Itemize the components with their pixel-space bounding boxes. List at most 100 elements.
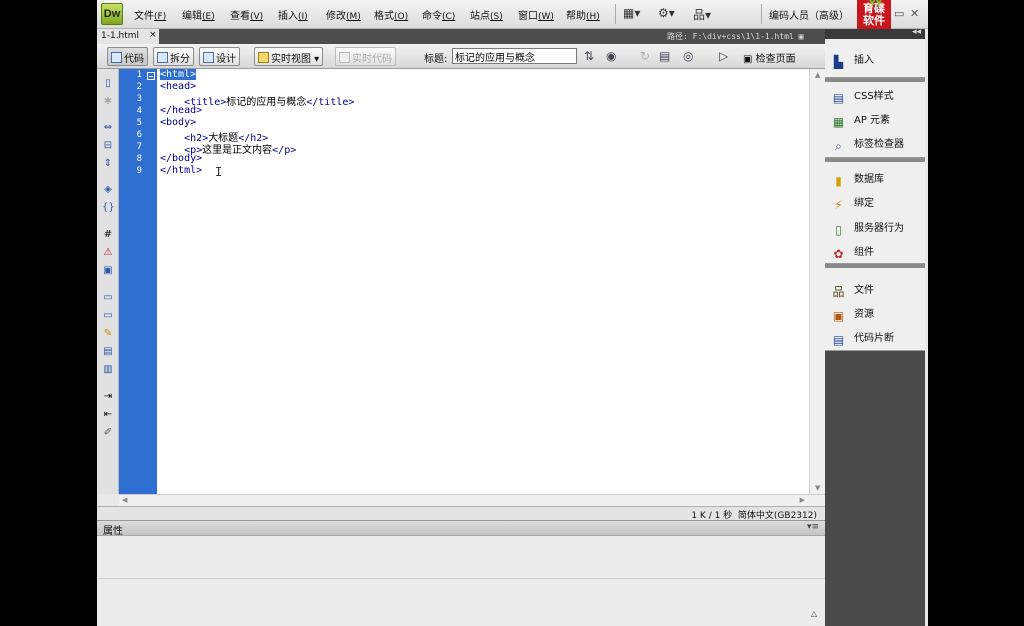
expand-icon[interactable]: △	[811, 609, 817, 618]
brand-logo: YY 育碟 软件	[857, 0, 891, 29]
panel-files[interactable]: 品文件	[831, 281, 874, 299]
line-number: 9	[136, 166, 142, 176]
line-numbers-icon[interactable]: #	[102, 229, 114, 241]
menu-file[interactable]: 文件(F)	[134, 7, 166, 22]
collapse-tag-icon[interactable]: ⇔	[102, 122, 114, 134]
panel-bindings[interactable]: ⚡ 绑定	[831, 194, 874, 212]
horizontal-scrollbar[interactable]: ◀ ▶	[119, 494, 825, 506]
menu-window[interactable]: 窗口(W)	[518, 7, 554, 22]
show-code-navigator-icon[interactable]: ✱	[102, 96, 114, 108]
panel-menu-icon[interactable]: ▾≡	[807, 522, 819, 532]
line-number: 5	[136, 118, 142, 128]
indent-icon[interactable]: ⇥	[102, 391, 114, 403]
collapse-panels-icon[interactable]: ◂◂	[912, 27, 921, 37]
live-view-icon	[258, 52, 269, 63]
layout-icon[interactable]: ▦▾	[623, 6, 640, 22]
panel-group-application: ▮ 数据库 ⚡ 绑定 ▯ 服务器行为 ✿ 组件	[825, 162, 925, 264]
menu-bar: Dw 文件(F) 编辑(E) 查看(V) 插入(I) 修改(M) 格式(O) 命…	[97, 0, 928, 29]
highlight-invalid-icon[interactable]: ⚠	[102, 247, 114, 259]
panel-group-css: ▤ CSS样式 ▦ AP 元素 ⌕ 标签检查器	[825, 82, 925, 158]
divider	[97, 578, 825, 579]
collapse-selection-icon[interactable]: ⊟	[102, 140, 114, 152]
refresh-icon[interactable]: ↻	[640, 49, 650, 63]
code-editor[interactable]: <html> <head> <title>标记的应用与概念</title> </…	[157, 69, 809, 494]
gear-icon[interactable]: ⚙▾	[658, 6, 675, 22]
vertical-scrollbar[interactable]: ▲ ▼	[809, 69, 825, 494]
restore-icon[interactable]: ▭	[894, 7, 904, 20]
select-parent-tag-icon[interactable]: ◈	[102, 184, 114, 196]
close-tab-icon[interactable]: ×	[149, 30, 157, 40]
panel-server-behaviors[interactable]: ▯ 服务器行为	[831, 219, 904, 237]
menu-format[interactable]: 格式(O)	[374, 7, 408, 22]
properties-title: 属性	[103, 526, 123, 537]
validate-icon[interactable]: ▷	[719, 49, 728, 63]
status-bar: 1 K / 1 秒 简体中文(GB2312)	[97, 506, 825, 521]
wrap-tag-icon[interactable]: ✎	[102, 328, 114, 340]
code-line: </body>	[160, 153, 203, 164]
code-line: </head>	[160, 105, 203, 116]
menu-edit[interactable]: 编辑(E)	[182, 7, 215, 22]
close-icon[interactable]: ✕	[910, 7, 919, 20]
menu-help[interactable]: 帮助(H)	[566, 7, 600, 22]
line-number: 7	[136, 142, 142, 152]
properties-header[interactable]: 属性 ▾≡	[97, 521, 825, 537]
menu-insert[interactable]: 插入(I)	[278, 7, 308, 22]
panel-ap-elements[interactable]: ▦ AP 元素	[831, 111, 890, 129]
code-line: </html>	[160, 165, 203, 176]
inspect-page-button[interactable]: ▣ 检查页面	[743, 50, 796, 65]
scroll-right-icon[interactable]: ▶	[800, 496, 805, 504]
workspace-switcher[interactable]: 编码人员（高级）	[769, 7, 849, 22]
file-management-icon[interactable]: ⇅	[584, 49, 594, 63]
dw-logo: Dw	[101, 3, 123, 25]
scroll-left-icon[interactable]: ◀	[122, 496, 127, 504]
browser-preview-icon[interactable]: ◉	[606, 49, 616, 63]
panel-dock-top: ◂◂	[825, 27, 925, 39]
view-options-icon[interactable]: ▤	[659, 49, 670, 63]
panel-dock: ◂◂ ▙ 插入 ▤ CSS样式 ▦ AP 元素 ⌕ 标签检查器 ▮ 数据库 ⚡ 绑定 ▯ 服务…	[825, 27, 925, 626]
site-icon[interactable]: 品▾	[693, 6, 711, 22]
menu-commands[interactable]: 命令(C)	[422, 7, 455, 22]
code-line: <head>	[160, 81, 197, 92]
syntax-coloring-icon[interactable]: ▣	[102, 265, 114, 277]
menu-modify[interactable]: 修改(M)	[326, 7, 361, 22]
apply-comment-icon[interactable]: ▭	[102, 292, 114, 304]
move-css-icon[interactable]: ▥	[102, 364, 114, 376]
open-documents-icon[interactable]: ▯	[102, 78, 114, 90]
title-input[interactable]	[452, 48, 577, 64]
scroll-up-icon[interactable]: ▲	[815, 71, 820, 79]
visual-aids-icon[interactable]: ◎	[683, 49, 693, 63]
design-view-button[interactable]: 设计	[199, 47, 240, 66]
menu-view[interactable]: 查看(V)	[230, 7, 263, 22]
css-styles-icon: ▤	[832, 91, 845, 105]
panel-components[interactable]: ✿ 组件	[831, 243, 874, 261]
insert-icon: ▙	[833, 55, 844, 69]
format-source-icon[interactable]: ✐	[102, 427, 114, 439]
panel-css-styles[interactable]: ▤ CSS样式	[831, 87, 894, 105]
balance-braces-icon[interactable]: {}	[102, 202, 115, 214]
fold-toggle-icon[interactable]	[147, 72, 155, 80]
panel-group-files: 品文件 ▣ 资源 ▤ 代码片断	[825, 268, 925, 351]
panel-assets[interactable]: ▣ 资源	[831, 305, 874, 323]
remove-comment-icon[interactable]: ▭	[102, 310, 114, 322]
scroll-down-icon[interactable]: ▼	[815, 484, 820, 492]
outdent-icon[interactable]: ⇤	[102, 409, 114, 421]
panel-databases[interactable]: ▮ 数据库	[831, 170, 884, 188]
selected-text: <html>	[160, 69, 197, 80]
panel-insert[interactable]: ▙ 插入	[831, 51, 874, 69]
live-view-button[interactable]: 实时视图 ▾	[254, 47, 324, 66]
menu-site[interactable]: 站点(S)	[470, 7, 503, 22]
coding-toolbar: ▯ ✱ ⇔ ⊟ ⇕ ◈ {} # ⚠ ▣ ▭ ▭ ✎ ▤ ▥ ⇥ ⇤ ✐	[97, 69, 119, 494]
live-code-button[interactable]: 实时代码	[335, 47, 396, 66]
inspect-icon: ▣	[743, 54, 753, 65]
separator	[761, 4, 762, 24]
split-view-button[interactable]: 拆分	[153, 47, 194, 66]
code-view-button[interactable]: 代码	[107, 47, 148, 66]
panel-snippets[interactable]: ▤ 代码片断	[831, 329, 894, 347]
server-behaviors-icon: ▯	[835, 223, 842, 237]
code-icon	[111, 52, 122, 63]
expand-all-icon[interactable]: ⇕	[102, 158, 114, 170]
panel-tag-inspector[interactable]: ⌕ 标签检查器	[831, 135, 904, 153]
document-path: 路径: F:\div+css\1\1-1.html ▣	[667, 32, 804, 41]
recent-snippets-icon[interactable]: ▤	[102, 346, 114, 358]
document-tab[interactable]: 1-1.html ×	[97, 29, 159, 44]
